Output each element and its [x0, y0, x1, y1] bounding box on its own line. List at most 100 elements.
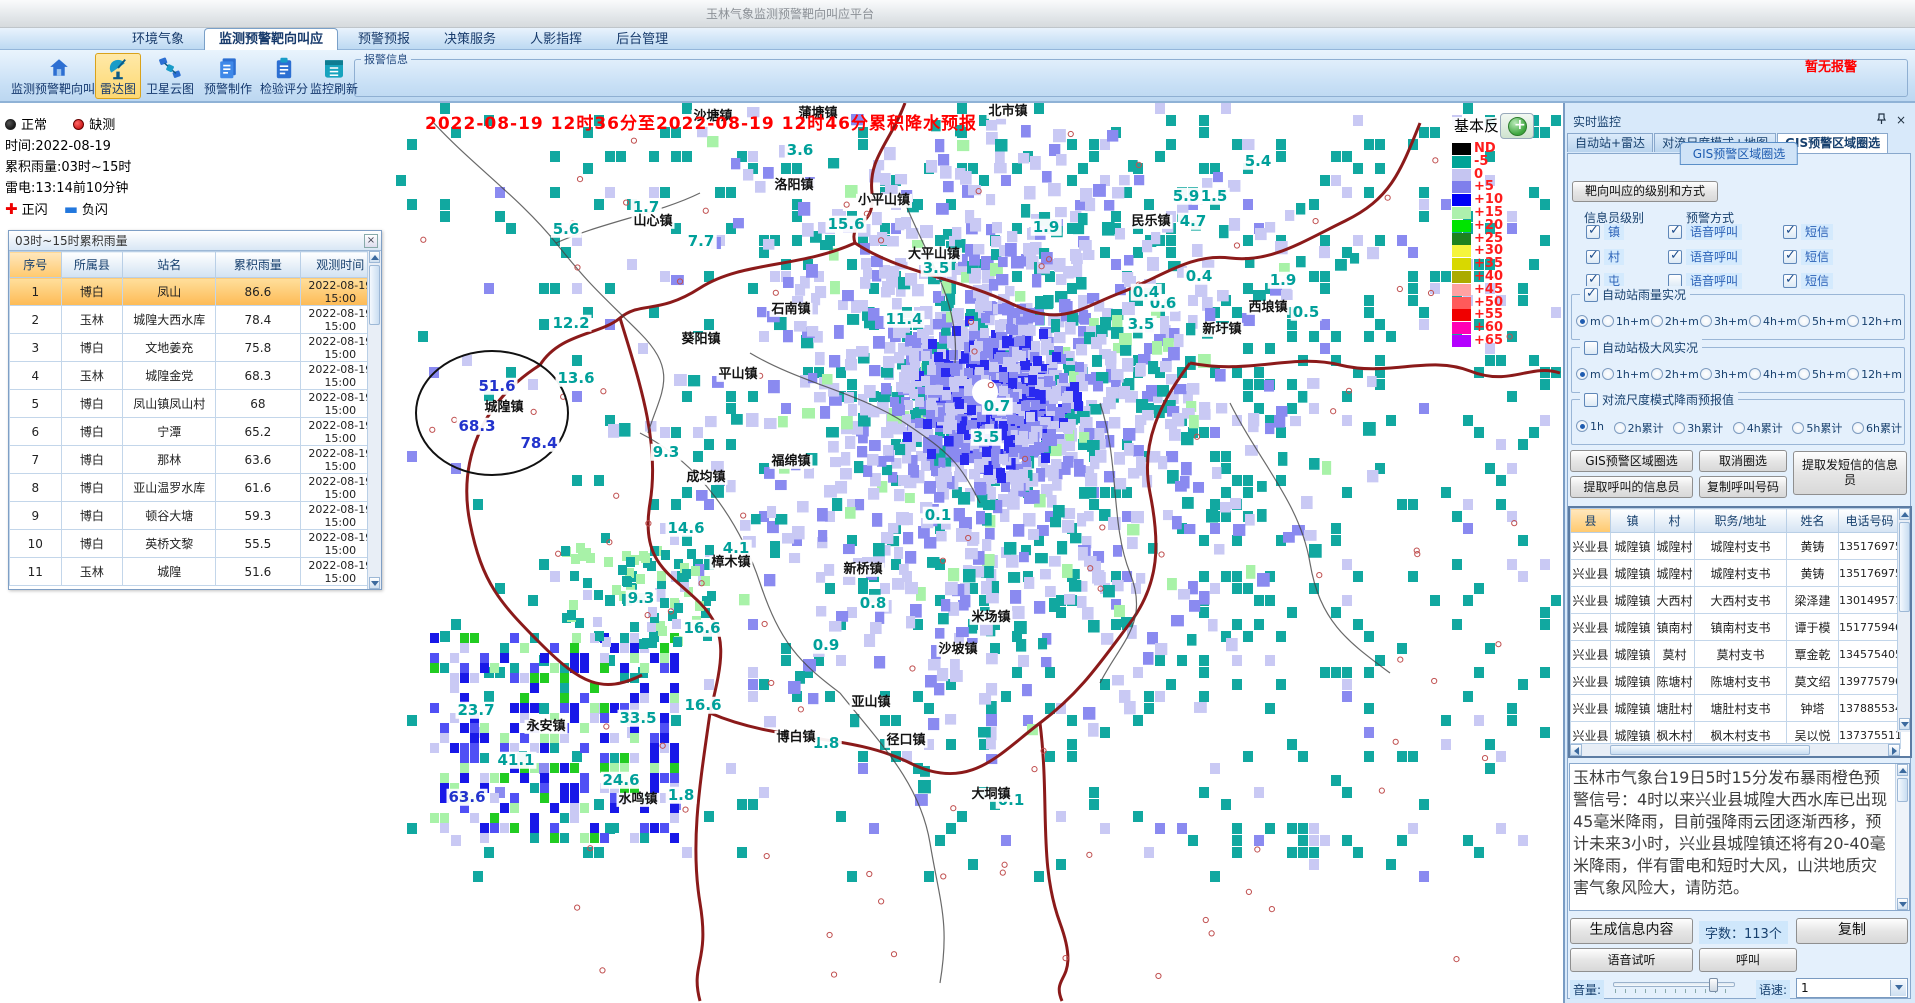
contacts-col-header[interactable]: 电话号码 [1839, 509, 1901, 533]
gis-select-button[interactable]: GIS预警区域圈选 [1570, 450, 1693, 472]
radio-icon[interactable] [1651, 315, 1663, 327]
scroll-up-icon[interactable] [1897, 764, 1908, 776]
scroll-down-icon[interactable] [369, 577, 380, 589]
rain-col-header[interactable]: 序号 [10, 252, 62, 278]
checkbox-icon[interactable] [1783, 250, 1797, 264]
radio-icon[interactable] [1847, 368, 1859, 380]
level-checkbox-item[interactable]: 村 [1586, 249, 1624, 267]
radio-icon[interactable] [1576, 368, 1588, 380]
group-legend[interactable]: 自动站极大风实况 [1580, 339, 1702, 356]
volume-slider[interactable] [1613, 978, 1735, 994]
contact-row[interactable]: 兴业县城隍镇镇南村镇南村支书谭于模151775946 [1571, 614, 1901, 641]
radio-option[interactable]: 1h+m [1602, 315, 1650, 328]
call-button[interactable]: 呼叫 [1699, 948, 1797, 972]
tool-button-refresh-calendar[interactable]: 监控刷新 [305, 53, 363, 99]
scroll-down-icon[interactable] [1897, 898, 1908, 910]
scroll-thumb[interactable] [369, 265, 380, 325]
call-level-mode-button[interactable]: 靶向叫应的级别和方式 [1572, 181, 1718, 202]
zoom-plus-button[interactable] [1500, 113, 1534, 139]
close-icon[interactable]: × [364, 234, 378, 248]
level-checkbox-item[interactable]: 短信 [1783, 273, 1833, 291]
radio-option[interactable]: 3h累计 [1673, 420, 1723, 436]
radio-option[interactable]: 3h+m [1700, 368, 1748, 381]
radio-icon[interactable] [1749, 315, 1761, 327]
radio-option[interactable]: 4h+m [1749, 315, 1797, 328]
rain-col-header[interactable]: 所属县 [61, 252, 123, 278]
radio-option[interactable]: 5h+m [1798, 368, 1846, 381]
pin-icon[interactable] [1873, 113, 1889, 127]
radio-icon[interactable] [1792, 422, 1804, 434]
menu-tab[interactable]: 后台管理 [602, 29, 682, 50]
rain-col-header[interactable]: 累积雨量 [216, 252, 301, 278]
table-row[interactable]: 9博白顿谷大塘59.32022-08-19 15:00 [10, 502, 381, 530]
level-checkbox-item[interactable]: 短信 [1783, 249, 1833, 267]
contact-row[interactable]: 兴业县城隍镇大西村大西村支书梁泽建130149571 [1571, 587, 1901, 614]
radio-option[interactable]: 4h累计 [1733, 420, 1783, 436]
table-row[interactable]: 3博白文地姜充75.82022-08-19 15:00 [10, 334, 381, 362]
table-row[interactable]: 7博白那林63.62022-08-19 15:00 [10, 446, 381, 474]
radio-icon[interactable] [1576, 420, 1588, 432]
message-textarea[interactable]: 玉林市气象台19日5时15分发布暴雨橙色预警信号：4时以来兴业县城隍大西水库已出… [1569, 763, 1910, 911]
radio-icon[interactable] [1700, 368, 1712, 380]
level-checkbox-item[interactable]: 短信 [1783, 224, 1833, 242]
contact-row[interactable]: 兴业县城隍镇塘肚村塘肚村支书钟塔137885534 [1571, 695, 1901, 722]
checkbox-icon[interactable] [1584, 393, 1598, 407]
tab-station-radar[interactable]: 自动站+雷达 [1567, 133, 1653, 152]
radio-icon[interactable] [1749, 368, 1761, 380]
radio-icon[interactable] [1700, 315, 1712, 327]
checkbox-icon[interactable] [1586, 250, 1600, 264]
radio-icon[interactable] [1602, 315, 1614, 327]
radio-icon[interactable] [1733, 422, 1745, 434]
radio-option[interactable]: 5h+m [1798, 315, 1846, 328]
radio-icon[interactable] [1651, 368, 1663, 380]
scroll-up-icon[interactable] [369, 251, 380, 263]
scroll-down-icon[interactable] [1899, 718, 1910, 730]
table-row[interactable]: 5博白凤山镇凤山村682022-08-19 15:00 [10, 390, 381, 418]
chevron-down-icon[interactable] [1890, 980, 1906, 996]
menu-tab[interactable]: 预警预报 [344, 29, 424, 50]
scroll-thumb[interactable] [1897, 778, 1908, 802]
table-row[interactable]: 8博白亚山温罗水库61.62022-08-19 15:00 [10, 474, 381, 502]
checkbox-icon[interactable] [1584, 341, 1598, 355]
scroll-thumb[interactable] [1899, 522, 1910, 612]
radio-icon[interactable] [1798, 368, 1810, 380]
menu-tab[interactable]: 决策服务 [430, 29, 510, 50]
contacts-col-header[interactable]: 村 [1655, 509, 1695, 533]
menu-tab[interactable]: 环境气象 [118, 29, 198, 50]
cancel-select-button[interactable]: 取消圈选 [1699, 450, 1787, 472]
tool-button-radar[interactable]: 雷达图 [95, 53, 141, 99]
scroll-left-icon[interactable] [1570, 744, 1582, 756]
contacts-col-header[interactable]: 姓名 [1787, 509, 1839, 533]
scroll-up-icon[interactable] [1899, 508, 1910, 520]
table-row[interactable]: 4玉林城隍金党68.32022-08-19 15:00 [10, 362, 381, 390]
scroll-thumb[interactable] [1610, 745, 1810, 755]
extract-call-informer-button[interactable]: 提取呼叫的信息员 [1570, 476, 1693, 498]
radar-map[interactable]: 2022-08-19 12时36分至2022-08-19 12时46分累积降水预… [0, 103, 1563, 1003]
radio-icon[interactable] [1798, 315, 1810, 327]
rain-table-scrollbar[interactable] [367, 251, 381, 589]
table-row[interactable]: 10博白英桥文黎55.52022-08-19 15:00 [10, 530, 381, 558]
radio-icon[interactable] [1847, 315, 1859, 327]
close-icon[interactable]: × [1893, 113, 1909, 127]
radio-option[interactable]: 5h累计 [1792, 420, 1842, 436]
tts-preview-button[interactable]: 语音试听 [1570, 948, 1693, 972]
radio-option[interactable]: 12h+m [1847, 315, 1902, 328]
radio-option[interactable]: m [1576, 315, 1601, 328]
checkbox-icon[interactable] [1668, 225, 1682, 239]
generate-message-button[interactable]: 生成信息内容 [1570, 918, 1693, 944]
radio-option[interactable]: 12h+m [1847, 368, 1902, 381]
radio-option[interactable]: 6h累计 [1852, 420, 1902, 436]
contacts-vscrollbar[interactable] [1897, 508, 1910, 732]
checkbox-icon[interactable] [1586, 225, 1600, 239]
table-row[interactable]: 1博白凤山86.62022-08-19 15:00 [10, 278, 381, 306]
checkbox-icon[interactable] [1783, 274, 1797, 288]
rain-table-titlebar[interactable]: 03时~15时累积雨量 × [9, 231, 381, 251]
checkbox-icon[interactable] [1584, 288, 1598, 302]
message-scrollbar[interactable] [1895, 764, 1909, 910]
radio-icon[interactable] [1602, 368, 1614, 380]
menu-tab[interactable]: 监测预警靶向叫应 [204, 28, 338, 50]
contact-row[interactable]: 兴业县城隍镇莫村莫村支书覃金乾134575405 [1571, 641, 1901, 668]
radio-option[interactable]: 2h+m [1651, 315, 1699, 328]
copy-button[interactable]: 复制 [1796, 918, 1908, 944]
radio-option[interactable]: 1h+m [1602, 368, 1650, 381]
